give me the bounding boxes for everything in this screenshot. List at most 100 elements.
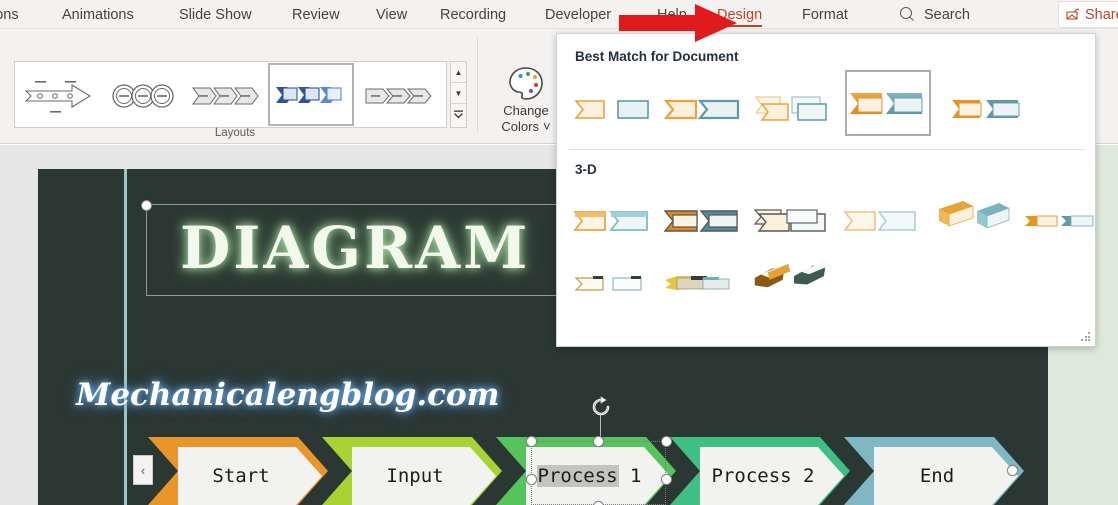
powerpoint-window: ions Animations Slide Show Review View R… — [0, 0, 1118, 505]
resize-handle-mr[interactable] — [661, 474, 672, 485]
style-item-3d-cartoon[interactable] — [751, 194, 837, 248]
rotate-icon — [592, 396, 610, 416]
layouts-gallery[interactable] — [14, 61, 447, 128]
tab-developer[interactable]: Developer — [543, 0, 613, 29]
resize-handle-ml[interactable] — [526, 474, 537, 485]
layout-item-chevron-process[interactable] — [187, 64, 267, 127]
tab-label: Format — [802, 6, 848, 23]
slide-title: DIAGRAM — [180, 214, 531, 282]
style-item-moderate-effect-selected[interactable] — [845, 70, 931, 136]
group-separator — [477, 37, 478, 133]
style-thumb-3d-polished — [573, 211, 648, 231]
style-item-3d-inset[interactable] — [661, 194, 747, 248]
smartart-node-input[interactable]: Input — [322, 437, 502, 505]
search-icon — [900, 7, 915, 22]
dropdown-section-title-3d: 3-D — [575, 162, 597, 177]
style-thumb-3d-brick-scene — [939, 201, 1010, 229]
style-thumb-3d-powder — [843, 211, 916, 231]
resize-handle-tl[interactable] — [526, 436, 537, 447]
smartart-node-process-2[interactable]: Process 2 — [670, 437, 850, 505]
style-item-3d-flat-scene[interactable] — [1021, 194, 1107, 248]
tab-format[interactable]: Format — [800, 0, 850, 29]
style-item-3d-metallic[interactable] — [661, 256, 747, 310]
chevron-down-icon: ˅ — [542, 119, 551, 134]
rotate-handle[interactable] — [590, 396, 612, 418]
chevron-up-icon: ▲ — [454, 67, 463, 77]
gallery-scroll-down-button[interactable]: ▼ — [451, 83, 466, 104]
style-thumb-3d-birds-eye — [574, 276, 642, 291]
smartart-node-end[interactable]: End — [844, 437, 1024, 505]
style-thumb-3d-metallic — [665, 276, 730, 290]
watermark-text: Mechanicalengblog.com — [76, 377, 500, 413]
resize-handle-tr[interactable] — [661, 436, 672, 447]
search-box[interactable]: Search — [900, 0, 970, 29]
dropdown-resize-grip[interactable] — [1081, 332, 1090, 342]
smartart-node-start[interactable]: Start — [148, 437, 328, 505]
smartart-label-end: End — [874, 447, 1018, 505]
search-placeholder: Search — [924, 6, 970, 23]
slide-accent-stripe — [124, 169, 127, 505]
smartart-label-process-2: Process 2 — [700, 447, 844, 505]
style-item-simple-fill[interactable] — [571, 82, 657, 136]
tab-view[interactable]: View — [374, 0, 409, 29]
tab-animations[interactable]: Animations — [60, 0, 136, 29]
layout-item-basic-process-arrow[interactable] — [19, 64, 99, 127]
tab-label: ions — [0, 6, 19, 23]
share-button[interactable]: Share — [1058, 1, 1118, 28]
style-item-white-outline[interactable] — [661, 82, 747, 136]
dropdown-divider — [569, 149, 1085, 150]
basic-process-arrow-icon — [24, 80, 92, 113]
selection-frame-process-1 — [531, 441, 666, 505]
chevron-accent-icon — [276, 86, 342, 103]
share-icon — [1066, 8, 1080, 21]
tab-label: Developer — [545, 6, 612, 23]
text-pane-toggle-button[interactable]: ‹ — [133, 455, 153, 485]
smartart-frame-handle-right[interactable] — [1007, 465, 1018, 476]
change-colors-label-line1: Change — [503, 103, 549, 118]
placeholder-handle-top-left[interactable] — [141, 200, 152, 211]
share-label: Share — [1085, 6, 1118, 23]
style-thumb-3d-inset — [663, 210, 738, 232]
ribbon-group-layouts: ▲ ▼ Layouts — [0, 29, 478, 144]
style-thumb-white-outline — [664, 99, 740, 120]
tab-recording[interactable]: Recording — [438, 0, 508, 29]
style-item-3d-brick-scene[interactable] — [931, 189, 1017, 245]
style-thumb-3d-flat-scene — [1025, 215, 1094, 227]
style-item-3d-polished[interactable] — [571, 194, 657, 248]
tab-label: View — [376, 6, 408, 23]
layout-item-arrow-process[interactable] — [360, 64, 440, 127]
style-item-3d-birds-eye[interactable] — [571, 256, 657, 310]
smartart-styles-dropdown[interactable]: Best Match for Document 3-D — [556, 33, 1096, 347]
resize-handle-tm[interactable] — [593, 436, 604, 447]
chevron-down-icon: ▼ — [454, 88, 463, 98]
more-icon — [454, 110, 463, 119]
annotation-red-arrow — [619, 4, 737, 42]
tab-label: Review — [292, 6, 340, 23]
circle-process-icon — [112, 83, 174, 108]
color-palette-icon — [509, 67, 543, 100]
tab-slide-show[interactable]: Slide Show — [177, 0, 254, 29]
style-item-subtle-effect[interactable] — [751, 82, 837, 136]
style-thumb-intense-effect — [952, 100, 1020, 118]
style-item-intense-effect[interactable] — [947, 82, 1033, 136]
tab-review[interactable]: Review — [290, 0, 342, 29]
style-thumb-subtle-effect — [754, 96, 827, 121]
chevron-process-icon — [192, 87, 259, 104]
style-thumb-moderate-effect — [850, 93, 923, 114]
tab-transitions[interactable]: ions — [0, 0, 21, 29]
change-colors-button[interactable]: Change Colors ˅ — [492, 59, 560, 141]
resize-handle-bm[interactable] — [593, 501, 604, 505]
gallery-scroll-up-button[interactable]: ▲ — [451, 62, 466, 83]
layouts-gallery-scrollbar[interactable]: ▲ ▼ — [450, 61, 467, 128]
chevron-left-icon: ‹ — [140, 462, 146, 478]
arrow-process-icon — [365, 88, 432, 103]
style-thumb-3d-cartoon — [753, 209, 826, 232]
ribbon-tab-bar: ions Animations Slide Show Review View R… — [0, 0, 1118, 29]
style-item-3d-powder[interactable] — [841, 194, 927, 248]
layout-item-circle-process[interactable] — [103, 64, 183, 127]
tab-label: Slide Show — [179, 6, 252, 23]
smartart-label-input: Input — [352, 447, 496, 505]
gallery-more-button[interactable] — [451, 104, 466, 125]
layout-item-chevron-accent-selected[interactable] — [268, 63, 354, 126]
style-item-3d-sunset[interactable] — [751, 249, 837, 305]
